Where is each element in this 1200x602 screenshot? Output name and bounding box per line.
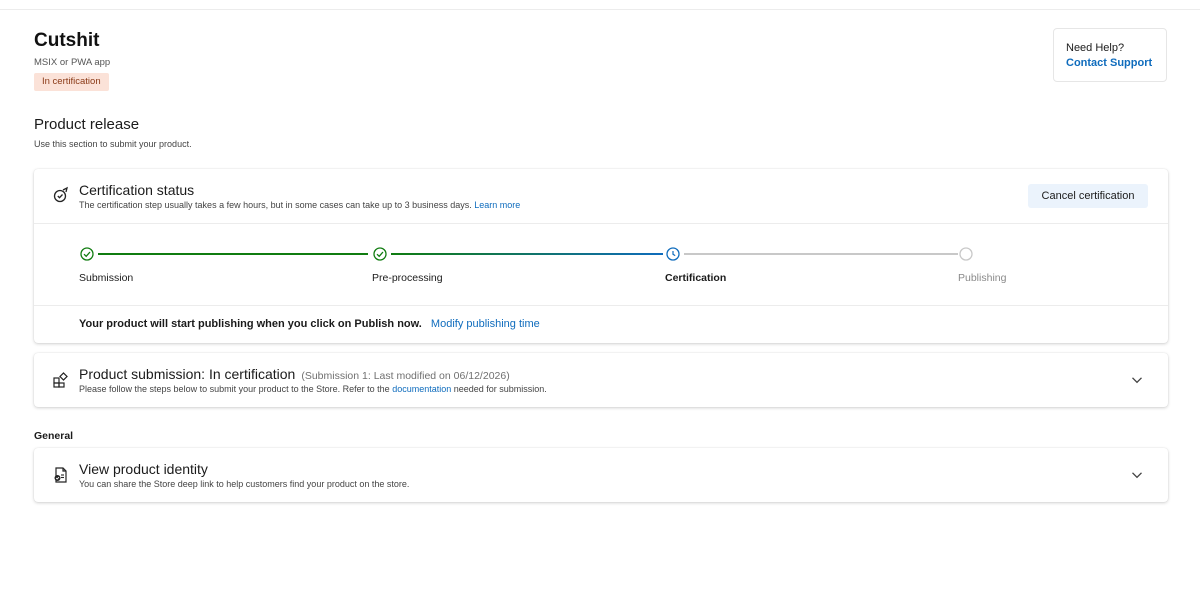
app-type: MSIX or PWA app bbox=[34, 57, 111, 68]
product-submission-description: Please follow the steps below to submit … bbox=[79, 384, 547, 394]
step-complete-check-icon bbox=[80, 247, 94, 261]
publish-note: Your product will start publishing when … bbox=[79, 318, 540, 330]
status-badge: In certification bbox=[34, 73, 109, 91]
card-divider bbox=[34, 305, 1168, 306]
certificate-icon bbox=[53, 186, 68, 203]
chevron-down-icon[interactable] bbox=[1130, 373, 1144, 387]
product-identity-description: You can share the Store deep link to hel… bbox=[79, 479, 410, 489]
top-divider bbox=[0, 9, 1200, 10]
help-card: Need Help? Contact Support bbox=[1053, 28, 1167, 82]
product-release-title: Product release bbox=[34, 116, 140, 133]
step-pending-circle-icon bbox=[959, 247, 973, 261]
certification-card: Certification status The certification s… bbox=[34, 169, 1168, 343]
app-title: Cutshit bbox=[34, 30, 100, 51]
product-submission-title-text: Product submission: In certification bbox=[79, 366, 296, 382]
step-label-certification: Certification bbox=[665, 272, 727, 284]
documentation-link[interactable]: documentation bbox=[392, 384, 451, 394]
chevron-down-icon[interactable] bbox=[1130, 468, 1144, 482]
learn-more-link[interactable]: Learn more bbox=[474, 200, 520, 210]
general-section-label: General bbox=[34, 430, 74, 442]
contact-support-link[interactable]: Contact Support bbox=[1066, 57, 1152, 69]
clock-icon bbox=[666, 247, 680, 261]
step-connector-2 bbox=[391, 253, 663, 255]
certification-title: Certification status bbox=[79, 182, 195, 198]
submission-description-post: needed for submission. bbox=[453, 384, 547, 394]
cancel-certification-button[interactable]: Cancel certification bbox=[1028, 184, 1148, 208]
product-submission-title: Product submission: In certification (Sub… bbox=[79, 366, 510, 382]
step-label-publishing: Publishing bbox=[958, 272, 1007, 284]
submission-meta: (Submission 1: Last modified on 06/12/20… bbox=[301, 370, 510, 382]
submission-description-pre: Please follow the steps below to submit … bbox=[79, 384, 390, 394]
product-identity-title: View product identity bbox=[79, 461, 208, 477]
certification-description-text: The certification step usually takes a f… bbox=[79, 200, 472, 210]
product-submission-card[interactable]: Product submission: In certification (Sub… bbox=[34, 353, 1168, 407]
step-connector-3 bbox=[684, 253, 958, 255]
step-complete-check-icon bbox=[373, 247, 387, 261]
modify-publishing-time-link[interactable]: Modify publishing time bbox=[431, 318, 540, 330]
help-title: Need Help? bbox=[1066, 42, 1125, 54]
step-label-pre-processing: Pre-processing bbox=[372, 272, 443, 284]
certification-description: The certification step usually takes a f… bbox=[79, 200, 520, 210]
product-identity-icon bbox=[54, 467, 67, 483]
apps-icon bbox=[53, 372, 68, 388]
card-divider bbox=[34, 223, 1168, 224]
step-connector-1 bbox=[98, 253, 368, 255]
publish-note-text: Your product will start publishing when … bbox=[79, 318, 422, 330]
step-label-submission: Submission bbox=[79, 272, 134, 284]
product-identity-card[interactable]: View product identity You can share the … bbox=[34, 448, 1168, 502]
product-release-subtitle: Use this section to submit your product. bbox=[34, 139, 192, 149]
